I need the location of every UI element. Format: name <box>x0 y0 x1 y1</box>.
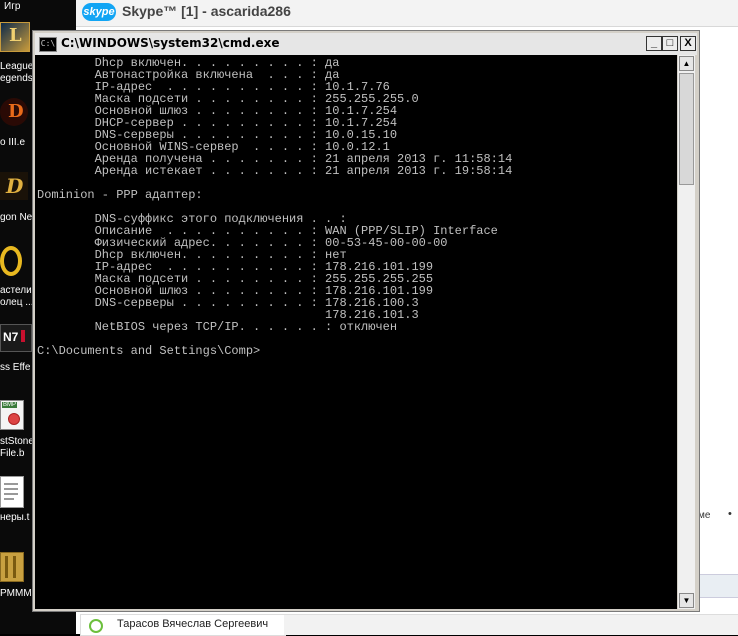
desktop-icon-label: File.b <box>0 448 25 459</box>
skype-window-title: Skype™ [1] - ascarida286 <box>122 3 291 19</box>
desktop-icon-label: stStone <box>0 436 34 447</box>
contact-name: Тарасов Вячеслав Сергеевич <box>117 618 269 630</box>
maximize-button[interactable]: □ <box>662 36 678 51</box>
lotr-ring-icon <box>0 246 22 276</box>
desktop-icon-label: олец ... <box>0 297 34 308</box>
cmd-window: C:\ C:\WINDOWS\system32\cmd.exe _ □ X Dh… <box>32 30 700 612</box>
desktop-icon-label: gon Ne <box>0 212 33 223</box>
desktop-top-label: Игр <box>4 1 21 12</box>
desktop-icon-label: ss Effe <box>0 362 31 373</box>
close-button[interactable]: X <box>680 36 696 51</box>
skype-titlebar[interactable]: skype Skype™ [1] - ascarida286 <box>76 0 738 27</box>
console-line: Аренда истекает . . . . . . . : 21 апрел… <box>37 164 513 178</box>
desktop-icon-label: egends <box>0 73 33 84</box>
league-of-legends-icon: L <box>0 22 30 52</box>
contact-list-item[interactable]: Тарасов Вячеслав Сергеевич <box>80 614 286 636</box>
bmp-file-icon: BMP <box>0 400 24 430</box>
skype-logo-icon: skype <box>82 3 116 21</box>
console-line: Dominion - PPP адаптер: <box>37 188 203 202</box>
scroll-up-button[interactable]: ▲ <box>679 56 694 71</box>
desktop-icon-label: o III.e <box>0 137 26 148</box>
cmd-window-title: C:\WINDOWS\system32\cmd.exe <box>61 36 280 50</box>
diablo-iii-icon: D <box>0 98 28 126</box>
console-text: Dhcp включен. . . . . . . . . : да Автон… <box>35 55 677 357</box>
desktop-icon-label: астели <box>0 285 32 296</box>
skype-side-dot: • <box>728 508 732 520</box>
console-output[interactable]: Dhcp включен. . . . . . . . . : да Автон… <box>35 55 677 609</box>
scroll-thumb[interactable] <box>679 73 694 185</box>
desktop-icon-label: PMMM <box>0 588 32 599</box>
skype-side-panel[interactable] <box>698 574 738 598</box>
mass-effect-icon: N7 <box>0 324 32 352</box>
dragon-nest-icon: D <box>0 172 28 200</box>
vertical-scrollbar[interactable]: ▲ ▼ <box>678 55 695 609</box>
console-line: C:\Documents and Settings\Comp> <box>37 344 261 358</box>
text-document-icon <box>0 476 24 508</box>
skype-status-area <box>284 614 738 635</box>
desktop-icon-label: League <box>0 61 34 72</box>
rpmmm-icon <box>0 552 24 582</box>
console-line: NetBIOS через TCP/IP. . . . . . : отключ… <box>37 320 398 334</box>
scroll-down-button[interactable]: ▼ <box>679 593 694 608</box>
contact-status-icon <box>89 619 103 633</box>
desktop-icon-label: неры.t <box>0 512 30 523</box>
cmd-titlebar[interactable]: C:\ C:\WINDOWS\system32\cmd.exe _ □ X <box>35 33 697 55</box>
minimize-button[interactable]: _ <box>646 36 662 51</box>
cmd-app-icon[interactable]: C:\ <box>39 37 57 52</box>
